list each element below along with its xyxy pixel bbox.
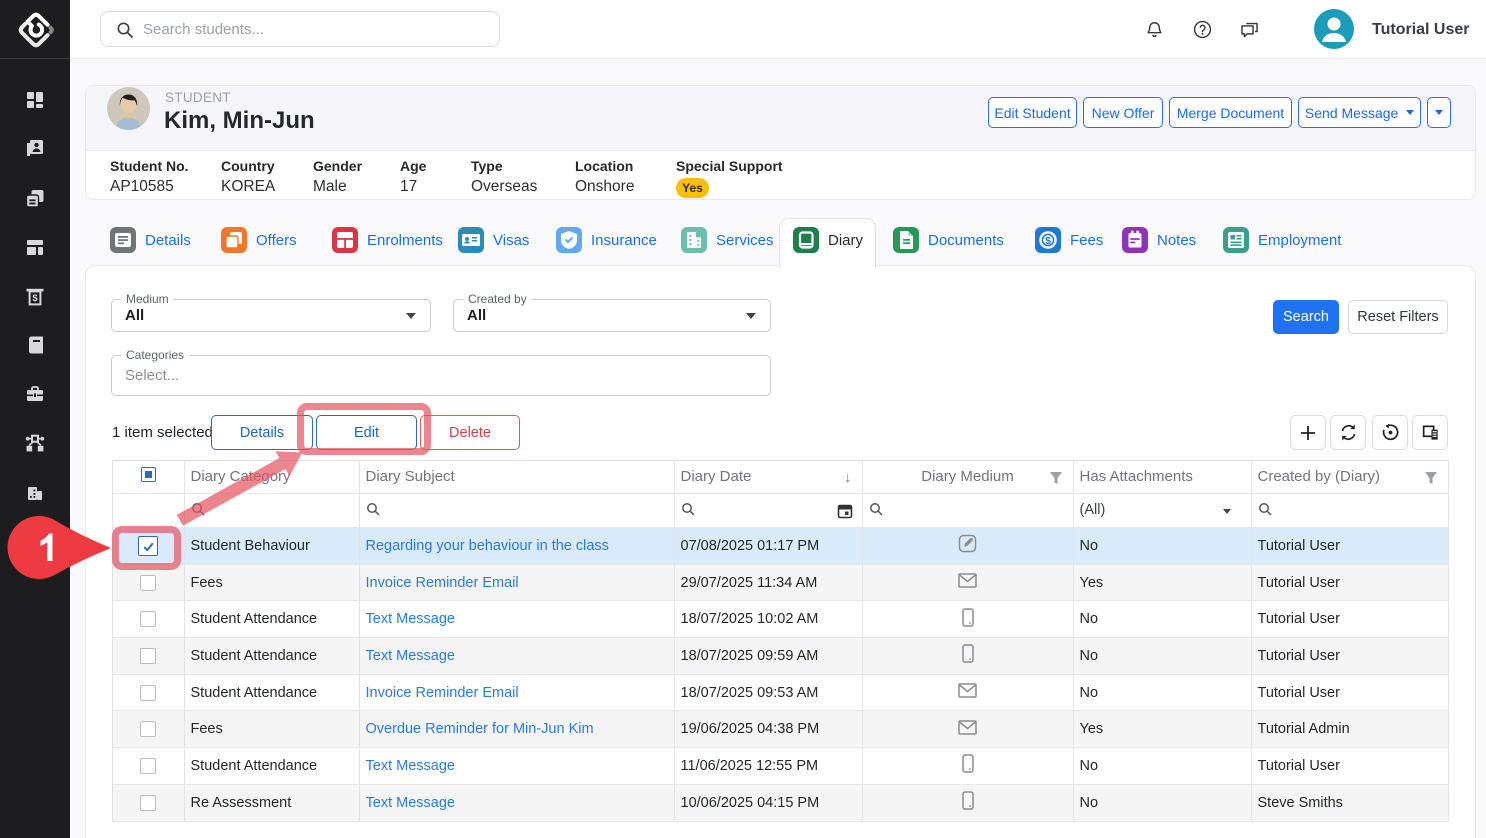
svg-text:$: $ [32, 293, 38, 304]
svg-text:$: $ [1045, 235, 1051, 247]
